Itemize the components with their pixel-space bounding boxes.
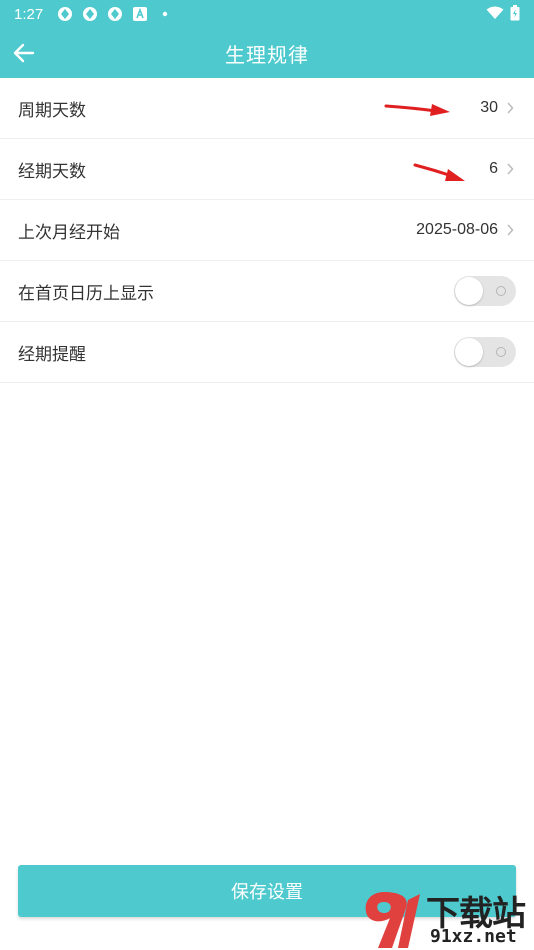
period-days-label: 经期天数: [18, 161, 86, 182]
wifi-icon: [486, 6, 504, 23]
toggle-knob: [455, 277, 483, 305]
save-settings-label: 保存设置: [231, 882, 303, 903]
last-period-start-value: 2025-08-06: [416, 221, 498, 238]
show-on-calendar-toggle[interactable]: [454, 276, 516, 306]
watermark-domain: 91xz.net: [430, 926, 517, 947]
back-button[interactable]: [10, 39, 38, 67]
show-on-calendar-row: 在首页日历上显示: [0, 261, 534, 322]
chevron-right-icon: [506, 223, 516, 237]
font-a-icon: [132, 6, 148, 22]
period-days-value: 6: [489, 160, 498, 177]
app-notification-icon: [82, 6, 98, 22]
chevron-right-icon: [506, 101, 516, 115]
settings-list: 周期天数 30 经期天数 6 上次月经开始 2025-08-06 在首页日历上显…: [0, 78, 534, 383]
cycle-days-row[interactable]: 周期天数 30: [0, 78, 534, 139]
toggle-off-icon: [496, 347, 506, 357]
app-bar: 生理规律: [0, 28, 534, 78]
status-time: 1:27: [14, 5, 44, 23]
show-on-calendar-label: 在首页日历上显示: [18, 283, 154, 304]
last-period-start-label: 上次月经开始: [18, 222, 120, 243]
app-notification-icon: [107, 6, 123, 22]
watermark: 下载站 91xz.net: [362, 886, 534, 950]
status-bar: 1:27: [0, 0, 534, 28]
cycle-days-label: 周期天数: [18, 100, 86, 121]
dot-icon: [157, 6, 173, 22]
last-period-start-row[interactable]: 上次月经开始 2025-08-06: [0, 200, 534, 261]
status-right: [486, 4, 520, 24]
period-reminder-toggle[interactable]: [454, 337, 516, 367]
period-reminder-row: 经期提醒: [0, 322, 534, 383]
toggle-off-icon: [496, 286, 506, 296]
app-notification-icon: [57, 6, 73, 22]
cycle-days-value: 30: [480, 99, 498, 116]
arrow-left-icon: [13, 43, 35, 63]
chevron-right-icon: [506, 162, 516, 176]
page-title: 生理规律: [225, 42, 309, 67]
watermark-logo-icon: [365, 892, 420, 948]
period-reminder-label: 经期提醒: [18, 344, 86, 365]
battery-icon: [510, 4, 520, 24]
toggle-knob: [455, 338, 483, 366]
period-days-row[interactable]: 经期天数 6: [0, 139, 534, 200]
